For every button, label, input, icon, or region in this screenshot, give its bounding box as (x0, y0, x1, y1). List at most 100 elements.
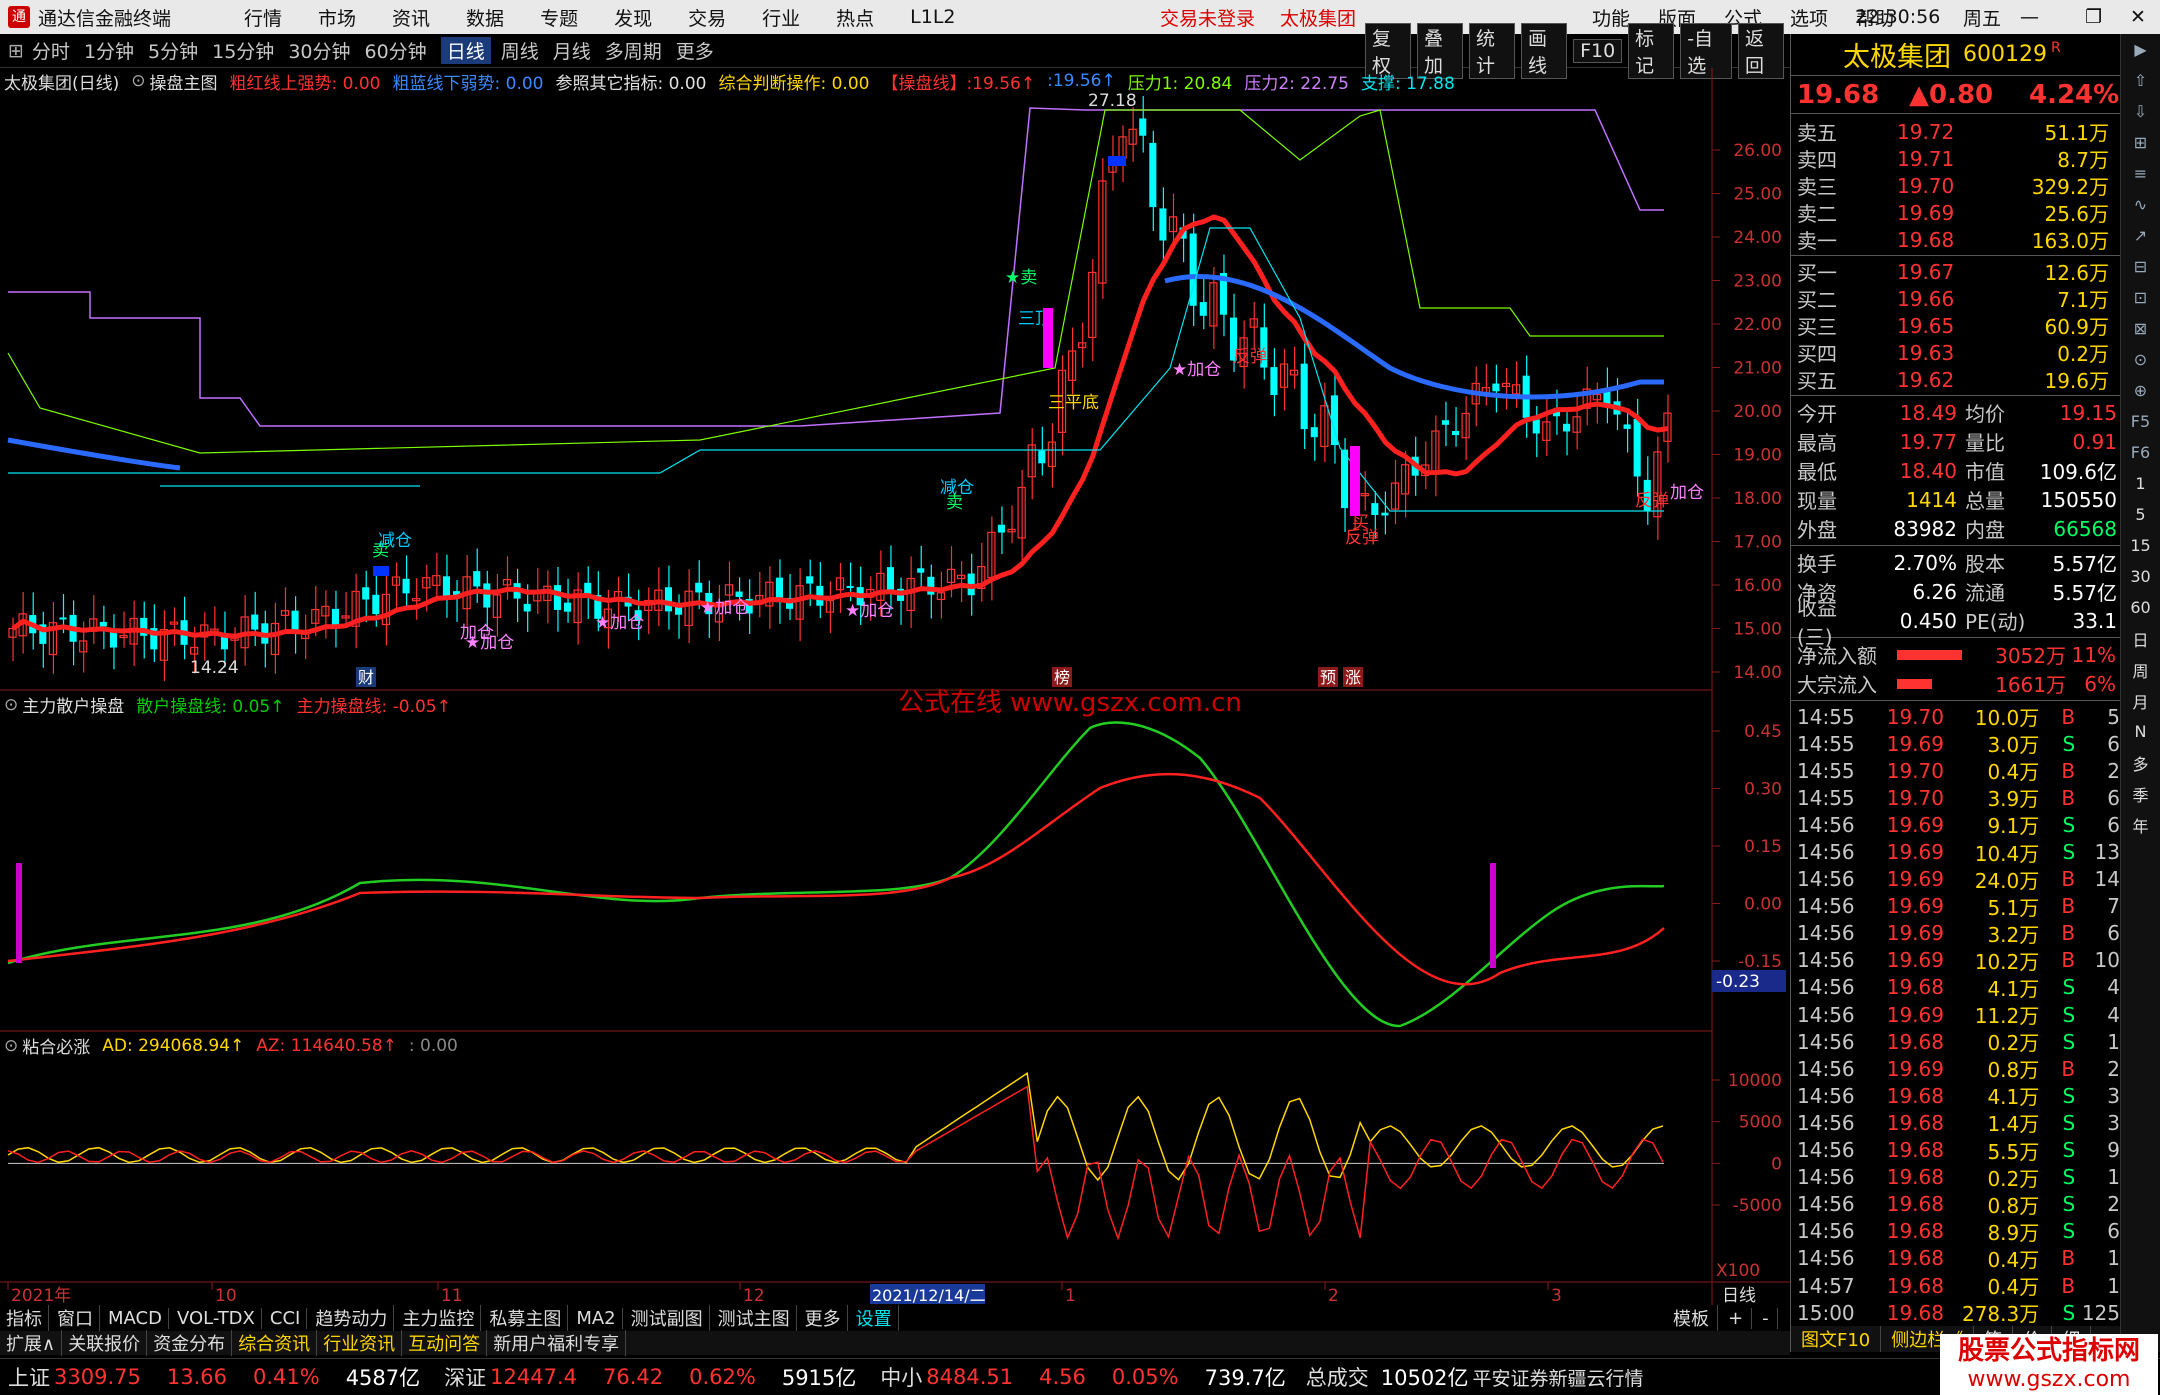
sidebar-tool-icon-0[interactable]: ▶ (2121, 34, 2160, 65)
period-tab-5[interactable]: 60分钟 (365, 37, 427, 64)
sidebar-period-9[interactable]: 月 (2121, 685, 2160, 716)
info-tab-1[interactable]: 关联报价 (62, 1330, 148, 1356)
period-tab-3[interactable]: 15分钟 (212, 37, 274, 64)
sidebar-tool-icon-8[interactable]: ⊡ (2121, 282, 2160, 313)
login-status[interactable]: 交易未登录 (1160, 4, 1255, 31)
indicator-tab-11[interactable]: 更多 (799, 1305, 848, 1331)
restore-icon[interactable]: ❐ (2085, 6, 2102, 28)
period-tab-4[interactable]: 30分钟 (288, 37, 350, 64)
sidebar-tool-icon-10[interactable]: ⊙ (2121, 344, 2160, 375)
right-menu-item-3[interactable]: 选项 (1790, 4, 1828, 31)
sidebar-period-6[interactable]: 60 (2121, 592, 2160, 623)
indicator-tab-2[interactable]: MACD (102, 1307, 169, 1329)
panel2-menu-icon[interactable]: ⊙ (4, 695, 18, 715)
period-tab-9[interactable]: 多周期 (605, 37, 662, 64)
menu-item-1[interactable]: 市场 (318, 4, 356, 31)
info-tab-0[interactable]: 扩展∧ (0, 1330, 63, 1356)
indicator-tab-1[interactable]: 窗口 (51, 1305, 100, 1331)
buy-row[interactable]: 买一 19.67 12.6万 (1797, 258, 2120, 286)
indicator-tab-7[interactable]: 私募主图 (483, 1305, 569, 1331)
sell-row[interactable]: 卖三 19.70 329.2万 (1797, 172, 2120, 200)
tick-price: 19.70 (1886, 758, 1944, 783)
sidebar-period-3[interactable]: 5 (2121, 499, 2160, 530)
info-tab-4[interactable]: 行业资讯 (317, 1330, 403, 1356)
period-tab-10[interactable]: 更多 (676, 37, 714, 64)
tab-control-1[interactable]: + (1720, 1307, 1753, 1329)
info-tab-3[interactable]: 综合资讯 (232, 1330, 318, 1356)
indicator-tab-4[interactable]: CCI (264, 1307, 308, 1329)
sell-row[interactable]: 卖五 19.72 51.1万 (1797, 118, 2120, 146)
indicator-tab-12[interactable]: 设置 (850, 1305, 899, 1331)
menu-item-2[interactable]: 资讯 (392, 4, 430, 31)
sidebar-period-11[interactable]: 多 (2121, 747, 2160, 778)
tab-control-2[interactable]: - (1754, 1307, 1778, 1329)
close-icon[interactable]: ✕ (2130, 6, 2146, 28)
tick-list[interactable]: 14:55 19.70 10.0万 B 5 14:55 19.69 3.0万 S 6 14:55 19… (1791, 701, 2120, 1327)
menu-item-5[interactable]: 发现 (614, 4, 652, 31)
sidebar-period-2[interactable]: 1 (2121, 468, 2160, 499)
buy-row[interactable]: 买四 19.63 0.2万 (1797, 339, 2120, 367)
period-tab-7[interactable]: 周线 (501, 37, 539, 64)
info-tab-5[interactable]: 互动问答 (402, 1330, 488, 1356)
period-tab-6[interactable]: 日线 (440, 37, 491, 64)
index-name[interactable]: 深证 (444, 1362, 486, 1392)
menu-item-3[interactable]: 数据 (466, 4, 504, 31)
index-name[interactable]: 中小 (880, 1362, 922, 1392)
indicator-tab-3[interactable]: VOL-TDX (171, 1307, 262, 1329)
info-tab-6[interactable]: 新用户福利专享 (487, 1330, 627, 1356)
sell-row[interactable]: 卖四 19.71 8.7万 (1797, 145, 2120, 173)
sidebar-period-4[interactable]: 15 (2121, 530, 2160, 561)
period-tab-0[interactable]: 分时 (32, 37, 70, 64)
sidebar-tool-icon-5[interactable]: ∿ (2121, 189, 2160, 220)
sidebar-period-10[interactable]: N (2121, 716, 2160, 747)
index-name[interactable]: 上证 (8, 1362, 50, 1392)
chart-canvas[interactable]: 26.0025.0024.0023.0022.0021.0020.0019.00… (0, 68, 1790, 1305)
sidebar-tool-icon-11[interactable]: ⊕ (2121, 375, 2160, 406)
menu-item-9[interactable]: L1L2 (910, 6, 955, 28)
sidebar-period-0[interactable]: F5 (2121, 406, 2160, 437)
indicator-tab-0[interactable]: 指标 (0, 1305, 49, 1331)
buy-row[interactable]: 买二 19.66 7.1万 (1797, 285, 2120, 313)
panel3-menu-icon[interactable]: ⊙ (4, 1036, 18, 1056)
quote-tab-0[interactable]: 图文F10 (1791, 1326, 1882, 1352)
sidebar-period-8[interactable]: 周 (2121, 654, 2160, 685)
minimize-icon[interactable]: — (2020, 6, 2039, 28)
sidebar-period-13[interactable]: 年 (2121, 809, 2160, 840)
indicator-tab-9[interactable]: 测试副图 (625, 1305, 710, 1331)
tab-control-0[interactable]: 模板 (1665, 1305, 1718, 1331)
collapse-icon[interactable]: ⊞ (8, 40, 24, 62)
period-tab-2[interactable]: 5分钟 (148, 37, 198, 64)
sidebar-period-1[interactable]: F6 (2121, 437, 2160, 468)
sidebar-tool-icon-6[interactable]: ↗ (2121, 220, 2160, 251)
sidebar-tool-icon-2[interactable]: ⇩ (2121, 96, 2160, 127)
indicator-tab-5[interactable]: 趋势动力 (309, 1305, 395, 1331)
info-tab-2[interactable]: 资金分布 (147, 1330, 233, 1356)
buy-row[interactable]: 买五 19.62 19.6万 (1797, 366, 2120, 394)
buy-row[interactable]: 买三 19.65 60.9万 (1797, 312, 2120, 340)
pressure1-line (7, 109, 1664, 454)
panel3-title[interactable]: 粘合必涨 (22, 1033, 90, 1058)
panel2-title[interactable]: 主力散户操盘 (22, 692, 124, 717)
sidebar-tool-icon-3[interactable]: ⊞ (2121, 127, 2160, 158)
sell-row[interactable]: 卖二 19.69 25.6万 (1797, 199, 2120, 227)
menu-item-7[interactable]: 行业 (762, 4, 800, 31)
sidebar-tool-icon-1[interactable]: ⇧ (2121, 65, 2160, 96)
tool-button-4[interactable]: F10 (1573, 38, 1623, 63)
indicator-tab-10[interactable]: 测试主图 (712, 1305, 797, 1331)
sidebar-tool-icon-7[interactable]: ⊟ (2121, 251, 2160, 282)
period-tab-8[interactable]: 月线 (553, 37, 591, 64)
sidebar-tool-icon-4[interactable]: ≡ (2121, 158, 2160, 189)
sidebar-tool-icon-9[interactable]: ⊠ (2121, 313, 2160, 344)
x-period-label: 日线 (1722, 1286, 1756, 1305)
sidebar-period-12[interactable]: 季 (2121, 778, 2160, 809)
indicator-tab-8[interactable]: MA2 (570, 1307, 623, 1329)
menu-item-6[interactable]: 交易 (688, 4, 726, 31)
menu-item-8[interactable]: 热点 (836, 4, 874, 31)
period-tab-1[interactable]: 1分钟 (84, 37, 134, 64)
indicator-tab-6[interactable]: 主力监控 (396, 1305, 482, 1331)
sidebar-period-7[interactable]: 日 (2121, 623, 2160, 654)
sell-row[interactable]: 卖一 19.68 163.0万 (1797, 226, 2120, 254)
menu-item-0[interactable]: 行情 (244, 4, 282, 31)
menu-item-4[interactable]: 专题 (540, 4, 578, 31)
sidebar-period-5[interactable]: 30 (2121, 561, 2160, 592)
